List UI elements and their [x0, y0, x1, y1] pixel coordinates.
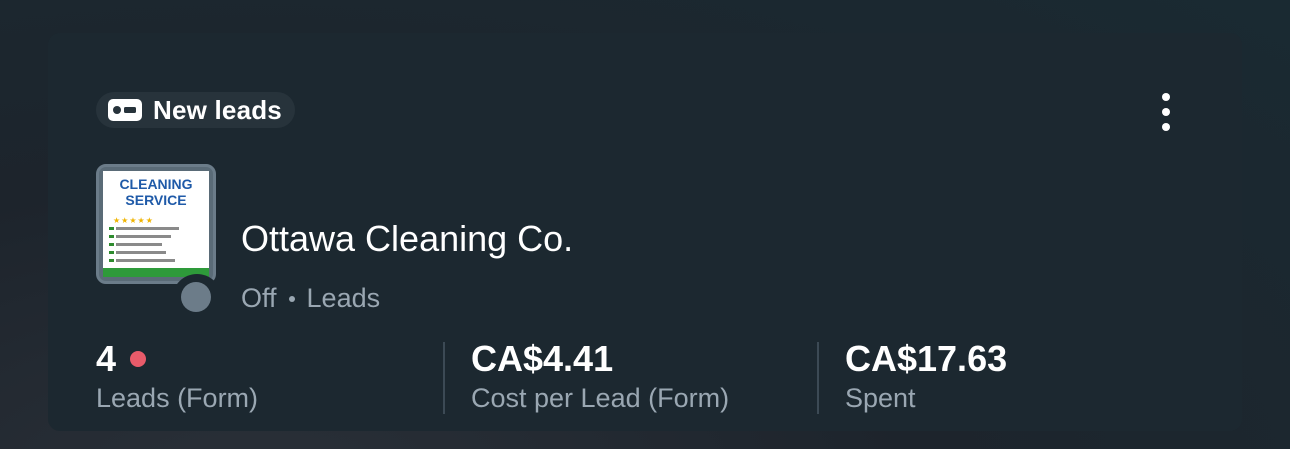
campaign-thumbnail[interactable]: CLEANING SERVICE ★★★★★ — [96, 164, 216, 284]
campaign-status: Off — [241, 283, 277, 313]
more-vertical-icon-dot — [1162, 123, 1170, 131]
metric-divider — [443, 342, 445, 414]
thumbnail-checklist — [109, 227, 197, 267]
new-alert-dot — [130, 351, 147, 367]
leads-label: Leads (Form) — [96, 383, 259, 413]
metric-divider — [817, 342, 819, 414]
status-indicator — [181, 282, 211, 312]
leads-value: 4 — [96, 338, 117, 379]
lead-form-icon — [108, 99, 142, 121]
metric-cost-per-lead: CA$4.41 Cost per Lead (Form) — [471, 337, 729, 415]
metric-spent: CA$17.63 Spent — [845, 337, 1007, 415]
thumbnail-title: CLEANING SERVICE — [119, 176, 193, 208]
campaign-meta: Off Leads — [241, 283, 380, 314]
cost-per-lead-value: CA$4.41 — [471, 338, 614, 379]
more-options-button[interactable] — [1148, 89, 1184, 135]
spent-value: CA$17.63 — [845, 338, 1008, 379]
campaign-name[interactable]: Ottawa Cleaning Co. — [241, 217, 573, 261]
badge-label: New leads — [153, 94, 282, 125]
metric-leads: 4 Leads (Form) — [96, 337, 258, 415]
separator-dot — [288, 295, 295, 302]
ad-creative-image: CLEANING SERVICE ★★★★★ — [103, 171, 209, 277]
new-leads-badge: New leads — [96, 92, 295, 128]
campaign-card[interactable]: New leads CLEANING SERVICE ★★★★★ Ottawa … — [48, 33, 1242, 431]
metric-leads-value-row: 4 — [96, 337, 258, 381]
rating-stars: ★★★★★ — [113, 216, 154, 225]
cost-per-lead-label: Cost per Lead (Form) — [471, 383, 730, 413]
more-vertical-icon-dot — [1162, 108, 1170, 116]
spent-label: Spent — [845, 383, 916, 413]
more-vertical-icon — [1162, 93, 1170, 101]
campaign-objective: Leads — [306, 283, 381, 313]
